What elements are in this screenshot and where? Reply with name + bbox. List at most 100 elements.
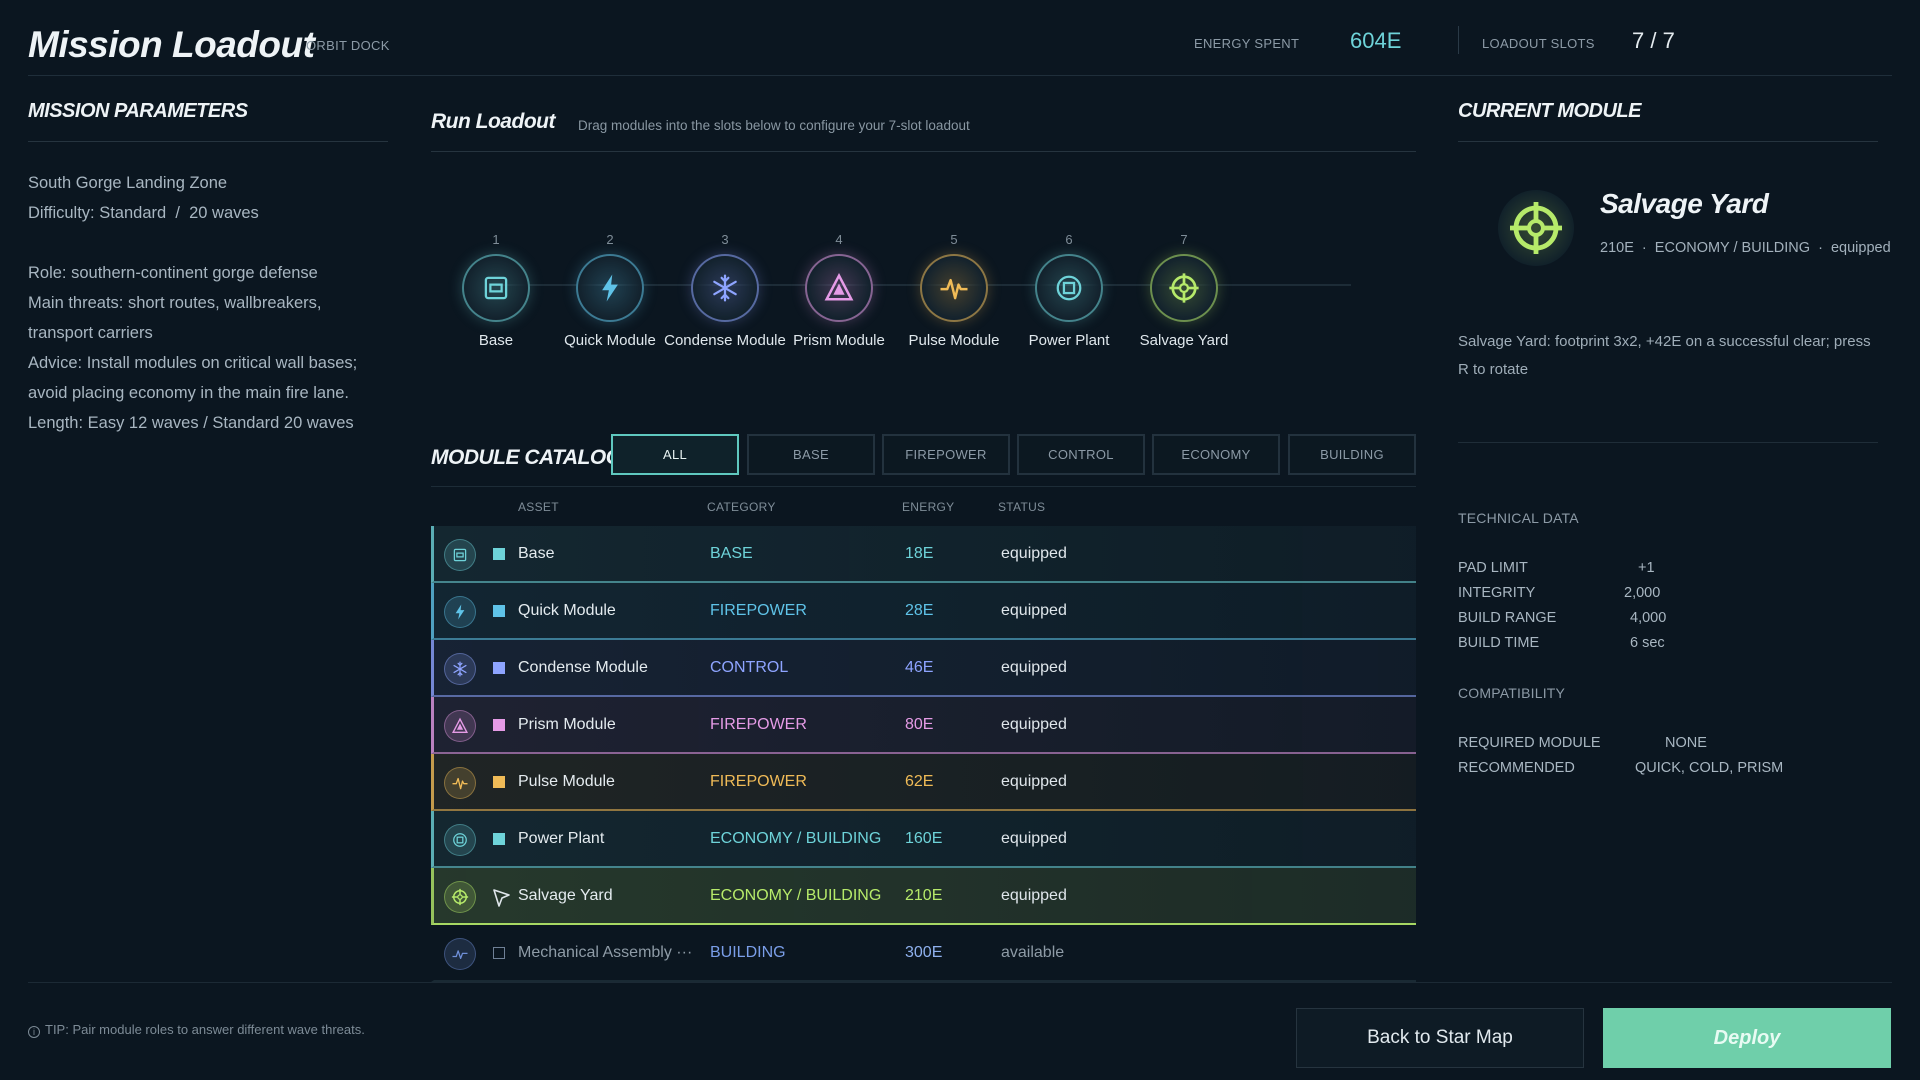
asset-category: FIREPOWER — [710, 716, 807, 733]
filter-base[interactable]: BASE — [747, 434, 875, 475]
asset-status: equipped — [1001, 830, 1067, 847]
tech-key: INTEGRITY — [1458, 585, 1536, 601]
cursor-icon — [492, 888, 512, 913]
tech-key: BUILD RANGE — [1458, 610, 1557, 626]
col-status: STATUS — [998, 500, 1046, 514]
filter-firepower[interactable]: FIREPOWER — [882, 434, 1010, 475]
panel-divider — [1458, 442, 1878, 443]
slot-number: 7 — [1180, 232, 1188, 247]
loadout-slots-value: 7 / 7 — [1632, 28, 1675, 53]
power-plant-icon — [1035, 254, 1103, 322]
tech-value: +1 — [1638, 560, 1655, 576]
asset-category: BUILDING — [710, 944, 786, 961]
filter-building[interactable]: BUILDING — [1288, 434, 1416, 475]
asset-category: ECONOMY / BUILDING — [710, 887, 882, 904]
asset-name: Condense Module — [518, 659, 648, 676]
table-row[interactable]: Condense Module CONTROL 46E equipped — [431, 640, 1416, 697]
equipped-checkbox[interactable] — [493, 947, 505, 959]
back-to-star-map-button[interactable]: Back to Star Map — [1296, 1008, 1584, 1068]
table-row[interactable]: Base BASE 18E equipped — [431, 526, 1416, 583]
table-row[interactable]: Salvage Yard ECONOMY / BUILDING 210E equ… — [431, 868, 1416, 925]
asset-category: FIREPOWER — [710, 773, 807, 790]
base-icon — [462, 254, 530, 322]
filter-control[interactable]: CONTROL — [1017, 434, 1145, 475]
loadout-slot-7[interactable]: 7 Salvage Yard — [1114, 232, 1254, 349]
equipped-checkbox[interactable] — [493, 719, 505, 731]
asset-name: Base — [518, 545, 555, 562]
table-header: ASSET CATEGORY ENERGY STATUS — [431, 486, 1416, 526]
asset-name: Salvage Yard — [518, 887, 613, 904]
asset-name: Pulse Module — [518, 773, 615, 790]
bolt-icon — [576, 254, 644, 322]
technical-data-title: TECHNICAL DATA — [1458, 510, 1579, 526]
asset-status: equipped — [1001, 716, 1067, 733]
table-row[interactable]: Pulse Module FIREPOWER 62E equipped — [431, 754, 1416, 811]
asset-name: Mechanical Assembly ··· — [518, 944, 693, 961]
asset-name: Quick Module — [518, 602, 616, 619]
compat-key: RECOMMENDED — [1458, 760, 1575, 776]
current-module-title: CURRENT MODULE — [1458, 100, 1878, 142]
asset-energy: 62E — [905, 773, 934, 790]
location-label: ORBIT DOCK — [306, 38, 390, 53]
equipped-checkbox[interactable] — [493, 833, 505, 845]
tech-value: 4,000 — [1630, 610, 1667, 626]
table-row[interactable]: Power Plant ECONOMY / BUILDING 160E equi… — [431, 811, 1416, 868]
mission-advice: Advice: Install modules on critical wall… — [28, 354, 358, 372]
tech-key: BUILD TIME — [1458, 635, 1540, 651]
asset-energy: 300E — [905, 944, 943, 961]
mission-difficulty: Difficulty: Standard / 20 waves — [28, 204, 259, 222]
table-row[interactable]: Mechanical Assembly ··· BUILDING 300E av… — [431, 925, 1416, 982]
tip-label: TIP: Pair module roles to answer differe… — [45, 1022, 365, 1037]
tech-value: 2,000 — [1624, 585, 1661, 601]
energy-spent-label: ENERGY SPENT — [1194, 36, 1300, 51]
tech-key: PAD LIMIT — [1458, 560, 1528, 576]
mission-zone: South Gorge Landing Zone — [28, 174, 228, 192]
mission-advice-cont: avoid placing economy in the main fire l… — [28, 384, 350, 402]
filter-all[interactable]: ALL — [611, 434, 739, 475]
asset-name: Prism Module — [518, 716, 616, 733]
compat-key: REQUIRED MODULE — [1458, 735, 1601, 751]
equipped-checkbox[interactable] — [493, 662, 505, 674]
asset-energy: 28E — [905, 602, 934, 619]
mission-threats: Main threats: short routes, wallbreakers… — [28, 294, 322, 312]
module-catalog-title: MODULE CATALOG — [431, 446, 622, 469]
run-loadout-title: Run Loadout — [431, 110, 555, 133]
crosshair-icon — [444, 881, 476, 913]
asset-category: CONTROL — [710, 659, 789, 676]
crosshair-icon — [1498, 190, 1574, 266]
mission-threats-cont: transport carriers — [28, 324, 153, 342]
loadout-slots-label: LOADOUT SLOTS — [1482, 36, 1595, 51]
filter-economy[interactable]: ECONOMY — [1152, 434, 1280, 475]
col-energy: ENERGY — [902, 500, 955, 514]
equipped-checkbox[interactable] — [493, 605, 505, 617]
asset-category: ECONOMY / BUILDING — [710, 830, 882, 847]
base-icon — [444, 539, 476, 571]
assembly-icon — [444, 938, 476, 970]
energy-spent-value: 604E — [1350, 28, 1402, 53]
asset-status: equipped — [1001, 545, 1067, 562]
col-asset: ASSET — [518, 500, 559, 514]
equipped-checkbox[interactable] — [493, 548, 505, 560]
equipped-checkbox[interactable] — [493, 776, 505, 788]
module-table: ASSET CATEGORY ENERGY STATUS Base BASE 1… — [431, 486, 1416, 982]
asset-category: FIREPOWER — [710, 602, 807, 619]
current-module-panel: CURRENT MODULE Salvage Yard 210E · ECONO… — [1458, 100, 1891, 776]
table-row[interactable]: Prism Module FIREPOWER 80E equipped — [431, 697, 1416, 754]
compatibility-title: COMPATIBILITY — [1458, 685, 1566, 701]
deploy-button[interactable]: Deploy — [1603, 1008, 1891, 1068]
snowflake-icon — [691, 254, 759, 322]
power-plant-icon — [444, 824, 476, 856]
compat-value: NONE — [1665, 735, 1707, 751]
loadout-slots: 1 Base 2 Quick Module 3 Condense Module 4 P… — [431, 152, 1416, 349]
info-icon: i — [28, 1026, 40, 1038]
asset-energy: 18E — [905, 545, 934, 562]
prism-icon — [444, 710, 476, 742]
table-row[interactable]: Quick Module FIREPOWER 28E equipped — [431, 583, 1416, 640]
loadout-panel: Run Loadout Drag modules into the slots … — [431, 100, 1416, 982]
asset-name: Power Plant — [518, 830, 605, 847]
current-module-name: Salvage Yard — [1600, 188, 1769, 219]
crosshair-icon — [1150, 254, 1218, 322]
asset-status: available — [1001, 944, 1065, 961]
footer-divider — [28, 982, 1892, 983]
snowflake-icon — [444, 653, 476, 685]
